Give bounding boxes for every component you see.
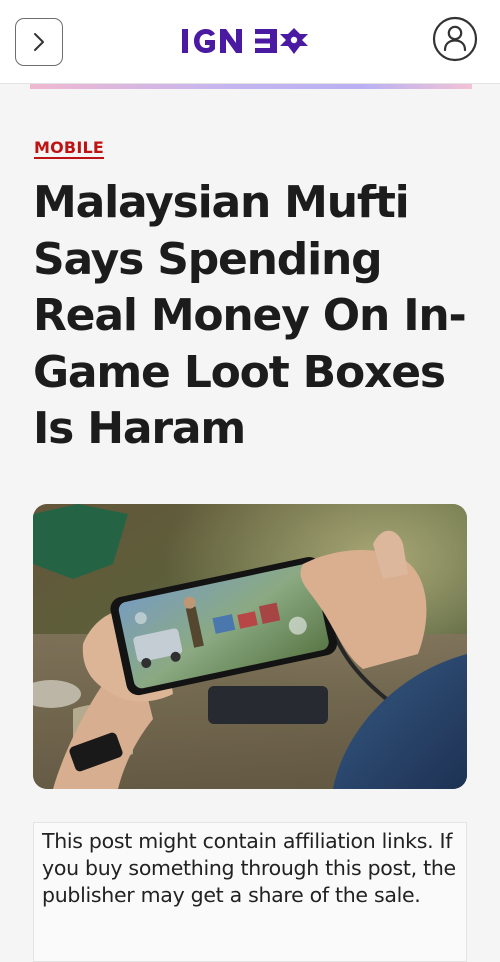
category-link[interactable]: MOBILE bbox=[34, 138, 104, 157]
hero-image bbox=[33, 504, 467, 789]
disclaimer-text: This post might contain affiliation link… bbox=[42, 829, 456, 907]
profile-button[interactable] bbox=[432, 16, 478, 62]
affiliate-disclaimer: This post might contain affiliation link… bbox=[33, 822, 467, 962]
chevron-right-icon bbox=[34, 33, 44, 51]
user-profile-icon bbox=[432, 16, 478, 62]
top-navigation-bar bbox=[0, 0, 500, 84]
article-headline: Malaysian Mufti Says Spending Real Money… bbox=[33, 177, 467, 454]
ign-logo[interactable] bbox=[182, 24, 318, 58]
hero-image-graphic bbox=[33, 504, 467, 789]
article-content: MOBILE Malaysian Mufti Says Spending Rea… bbox=[0, 89, 500, 962]
menu-button[interactable] bbox=[15, 18, 63, 66]
ign-30-logo-graphic bbox=[182, 28, 308, 54]
